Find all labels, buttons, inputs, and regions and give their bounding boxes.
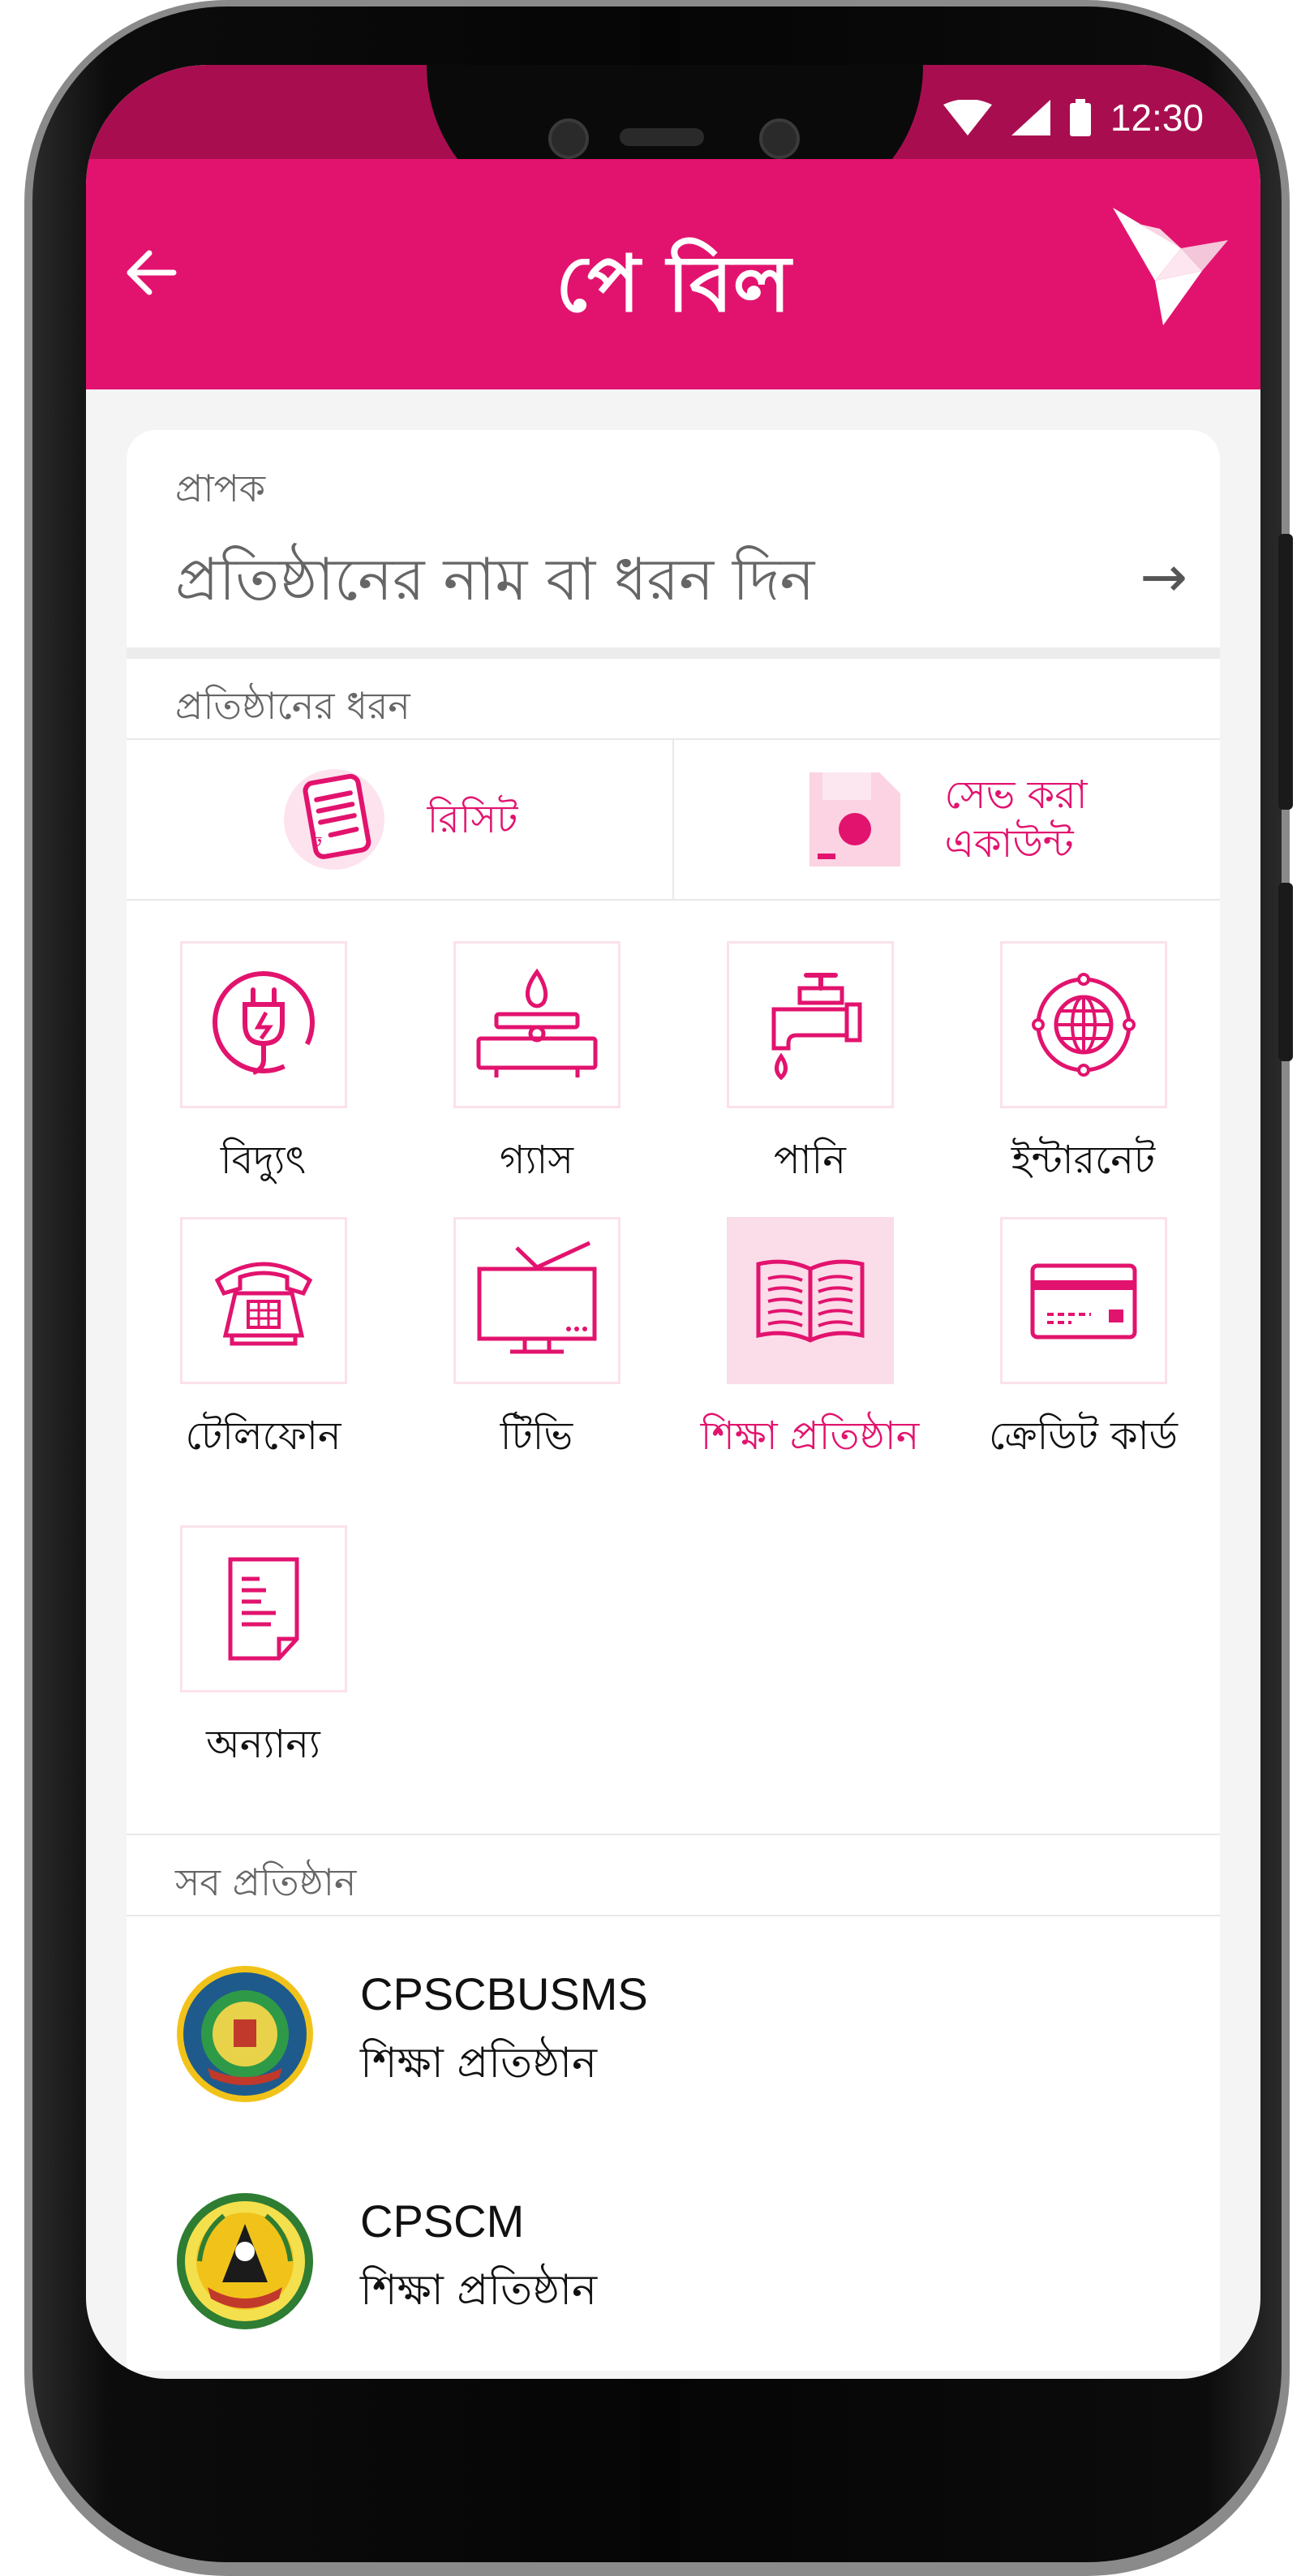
document-icon <box>228 1557 298 1661</box>
app-bar: পে বিল <box>86 159 1260 389</box>
category-label: গ্যাস <box>499 1137 573 1183</box>
svg-text:৳: ৳ <box>312 828 323 852</box>
category-electricity[interactable]: বিদ্যুৎ <box>127 941 400 1217</box>
credit-card-tile[interactable] <box>999 1217 1167 1384</box>
tv-icon <box>477 1241 596 1354</box>
power-button <box>1278 883 1293 1061</box>
recipient-label: প্রাপক <box>175 467 266 510</box>
category-label: ক্রেডিট কার্ড <box>989 1413 1178 1459</box>
origami-bird-icon <box>1113 208 1228 325</box>
org-name: CPSCBUSMS <box>360 1968 648 2019</box>
category-label: বিদ্যুৎ <box>220 1137 307 1183</box>
org-list-item[interactable]: CPSCBUSMS শিক্ষা প্রতিষ্ঠান <box>127 1916 1220 2152</box>
internet-tile[interactable] <box>999 941 1167 1108</box>
wifi-icon <box>943 100 992 135</box>
receipt-label: রিসিট <box>427 797 518 842</box>
water-tile[interactable] <box>726 941 894 1108</box>
org-name: CPSCM <box>360 2195 525 2247</box>
school-logo-icon <box>177 2193 313 2329</box>
electricity-icon <box>212 971 315 1075</box>
internet-globe-icon <box>1031 973 1136 1077</box>
others-tile[interactable] <box>179 1525 347 1692</box>
category-telephone[interactable]: টেলিফোন <box>127 1217 400 1493</box>
gas-tile[interactable] <box>453 941 620 1108</box>
status-time: 12:30 <box>1110 97 1204 139</box>
category-label: শিক্ষা প্রতিষ্ঠান <box>700 1413 920 1459</box>
all-orgs-label: সব প্রতিষ্ঠান <box>175 1860 357 1904</box>
electricity-tile[interactable] <box>179 941 347 1108</box>
category-gas[interactable]: গ্যাস <box>400 941 673 1217</box>
saved-account-icon <box>809 772 901 867</box>
org-text: CPSCBUSMS শিক্ষা প্রতিষ্ঠান <box>360 1967 648 2101</box>
org-type: শিক্ষা প্রতিষ্ঠান <box>360 2039 598 2088</box>
saved-account-label-line1: সেভ করা <box>944 772 1088 818</box>
credit-card-icon <box>1030 1263 1136 1340</box>
org-type: শিক্ষা প্রতিষ্ঠান <box>360 2266 598 2315</box>
category-label: টিভি <box>500 1413 573 1459</box>
category-others[interactable]: অন্যান্য <box>127 1525 400 1801</box>
arrow-right-icon[interactable]: → <box>1140 544 1187 610</box>
category-grid: বিদ্যুৎ গ্যাস পানি ইন্টারনেট টেলিফোন টিভ… <box>127 901 1220 1835</box>
category-credit-card[interactable]: ক্রেডিট কার্ড <box>947 1217 1220 1493</box>
education-tile[interactable] <box>726 1217 894 1384</box>
saved-account-label: সেভ করা একাউন্ট <box>944 771 1087 868</box>
org-text: CPSCM শিক্ষা প্রতিষ্ঠান <box>360 2195 597 2328</box>
gas-stove-icon <box>476 968 597 1077</box>
category-label: টেলিফোন <box>185 1413 341 1459</box>
org-type-header: প্রতিষ্ঠানের ধরন <box>127 659 1220 740</box>
saved-account-label-line2: একাউন্ট <box>944 821 1074 867</box>
telephone-icon <box>214 1262 312 1346</box>
volume-button <box>1278 534 1293 810</box>
receipt-icon: ৳ <box>283 769 384 870</box>
bkash-logo <box>1106 191 1236 329</box>
recipient-search-input[interactable]: প্রতিষ্ঠানের নাম বা ধরন দিন <box>175 535 814 633</box>
front-sensor <box>759 118 800 159</box>
category-water[interactable]: পানি <box>673 941 947 1217</box>
telephone-tile[interactable] <box>179 1217 347 1384</box>
recipient-field[interactable]: প্রাপক প্রতিষ্ঠানের নাম বা ধরন দিন → <box>127 430 1220 647</box>
school-logo-icon <box>177 1966 313 2102</box>
front-camera <box>548 118 589 159</box>
tv-tile[interactable] <box>453 1217 620 1384</box>
page-title: পে বিল <box>556 239 791 329</box>
category-tv[interactable]: টিভি <box>400 1217 673 1493</box>
water-tap-icon <box>771 973 861 1081</box>
main-content: প্রাপক প্রতিষ্ঠানের নাম বা ধরন দিন → প্র… <box>127 430 1220 2371</box>
earpiece-speaker <box>620 128 704 146</box>
signal-icon <box>1011 100 1050 135</box>
book-icon <box>756 1259 864 1343</box>
category-label: অন্যান্য <box>206 1722 320 1767</box>
quick-actions: ৳ রিসিট সেভ করা একাউন্ট <box>127 740 1220 901</box>
category-education[interactable]: শিক্ষা প্রতিষ্ঠান <box>673 1217 947 1493</box>
divider <box>127 647 1220 659</box>
saved-account-button[interactable]: সেভ করা একাউন্ট <box>674 740 1220 899</box>
status-icons: 12:30 <box>943 96 1204 140</box>
org-type-label: প্রতিষ্ঠানের ধরন <box>175 684 410 728</box>
category-label: ইন্টারনেট <box>1011 1137 1156 1183</box>
phone-screen: 12:30 পে বিল প্রাপক প্রতিষ্ঠানের নাম বা … <box>86 65 1260 2379</box>
category-internet[interactable]: ইন্টারনেট <box>947 941 1220 1217</box>
org-list-item[interactable]: CPSCM শিক্ষা প্রতিষ্ঠান <box>127 2152 1220 2371</box>
receipt-button[interactable]: ৳ রিসিট <box>127 740 674 899</box>
battery-icon <box>1069 99 1091 136</box>
all-orgs-header: সব প্রতিষ্ঠান <box>127 1835 1220 1916</box>
category-label: পানি <box>774 1137 846 1183</box>
